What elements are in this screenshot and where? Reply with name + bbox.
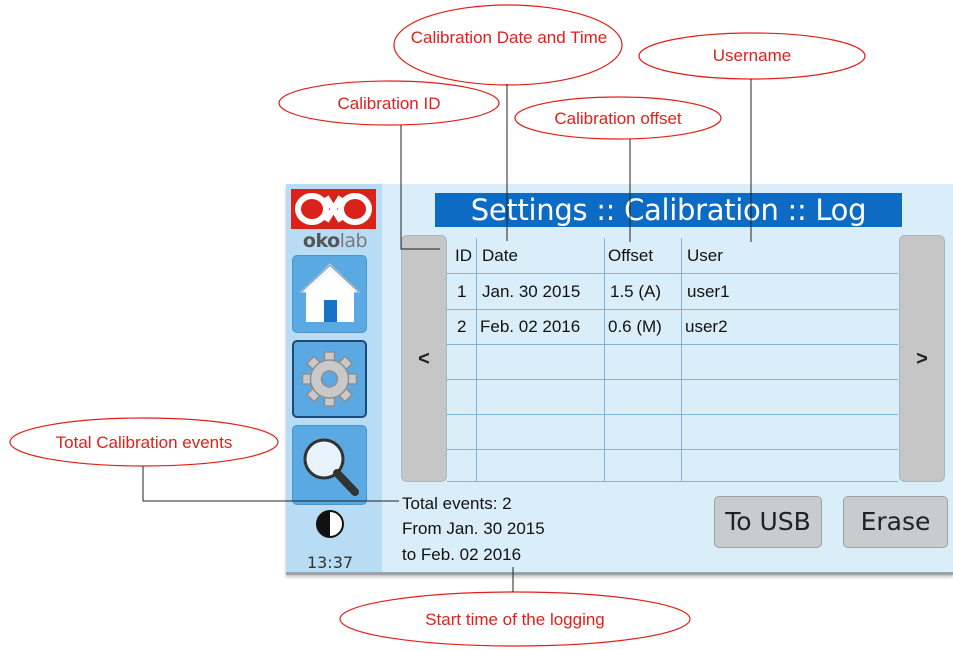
callout-calibration-offset: Calibration offset [554,109,682,128]
callout-calibration-id: Calibration ID [337,94,441,113]
callout-start-time: Start time of the logging [425,610,605,629]
callout-total-calibration-events: Total Calibration events [55,433,233,452]
callout-username: Username [712,46,792,65]
callout-calibration-date-time: Calibration Date and Time [410,28,608,47]
